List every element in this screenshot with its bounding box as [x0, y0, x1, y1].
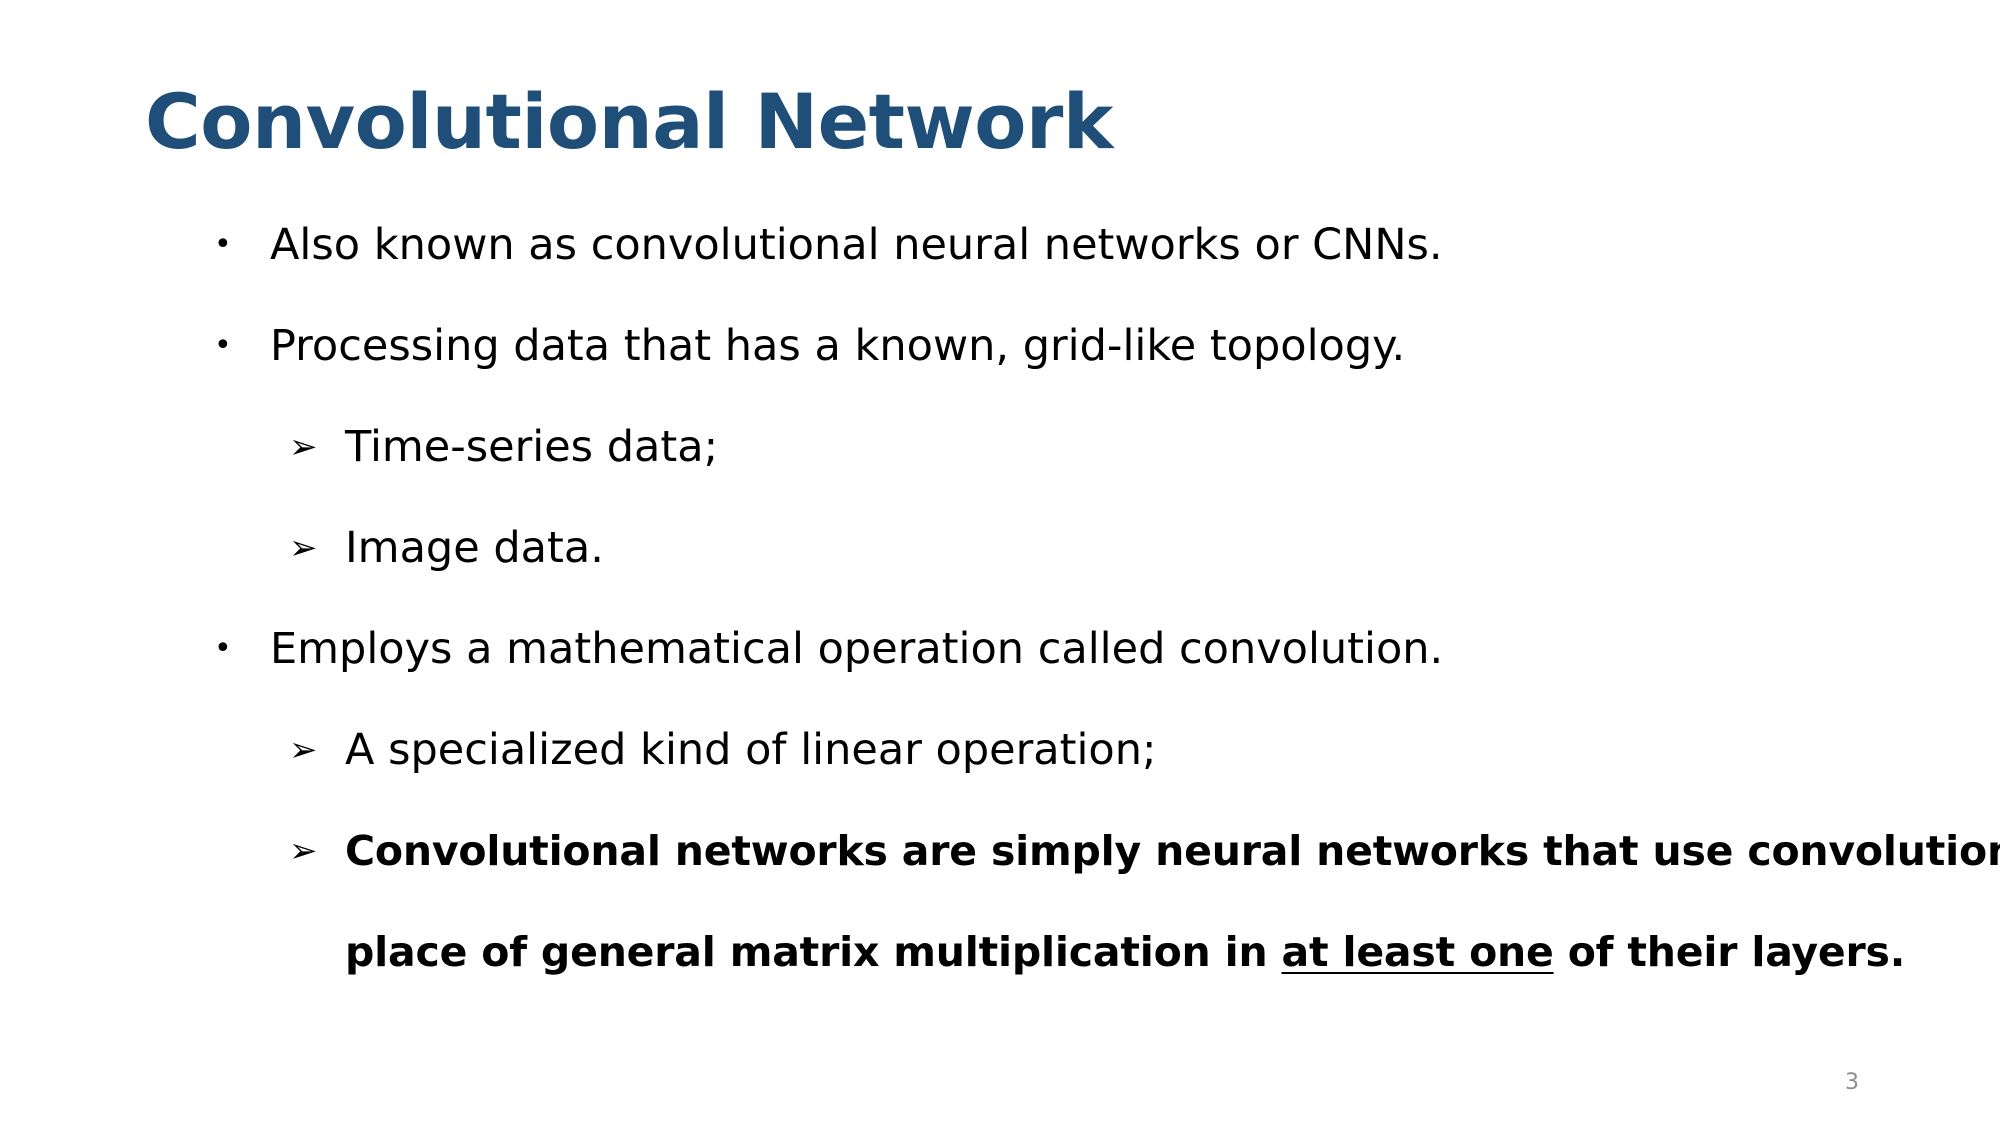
bullet-text: Employs a mathematical operation called … — [270, 624, 1444, 674]
arrow-bullet-icon: ➢ — [289, 730, 318, 770]
bullet-icon: • — [214, 227, 232, 262]
bullet-icon: • — [214, 328, 232, 363]
slide: Convolutional Network • Also known as co… — [0, 0, 2000, 1125]
sub-bullet-text: Time-series data; — [345, 422, 719, 472]
line2-end: of their layers. — [1553, 928, 1906, 976]
slide-title: Convolutional Network — [145, 77, 1113, 166]
bullet-text: Processing data that has a known, grid-l… — [270, 321, 1406, 371]
sub-bullet-text: Image data. — [345, 523, 604, 573]
arrow-bullet-icon: ➢ — [289, 831, 318, 871]
bullet-icon: • — [214, 631, 232, 666]
sub-bullet-text: A specialized kind of linear operation; — [345, 725, 1157, 775]
sub-bullet-text-bold-line2: place of general matrix multiplication i… — [345, 926, 1905, 978]
bullet-text: Also known as convolutional neural netwo… — [270, 220, 1443, 270]
arrow-bullet-icon: ➢ — [289, 528, 318, 568]
sub-bullet-text-bold-line1: Convolutional networks are simply neural… — [345, 827, 2000, 875]
line2-start: place of general matrix multiplication i… — [345, 928, 1282, 976]
arrow-bullet-icon: ➢ — [289, 427, 318, 467]
underlined-emphasis: at least one — [1281, 928, 1554, 976]
page-number: 3 — [1845, 1070, 1859, 1095]
